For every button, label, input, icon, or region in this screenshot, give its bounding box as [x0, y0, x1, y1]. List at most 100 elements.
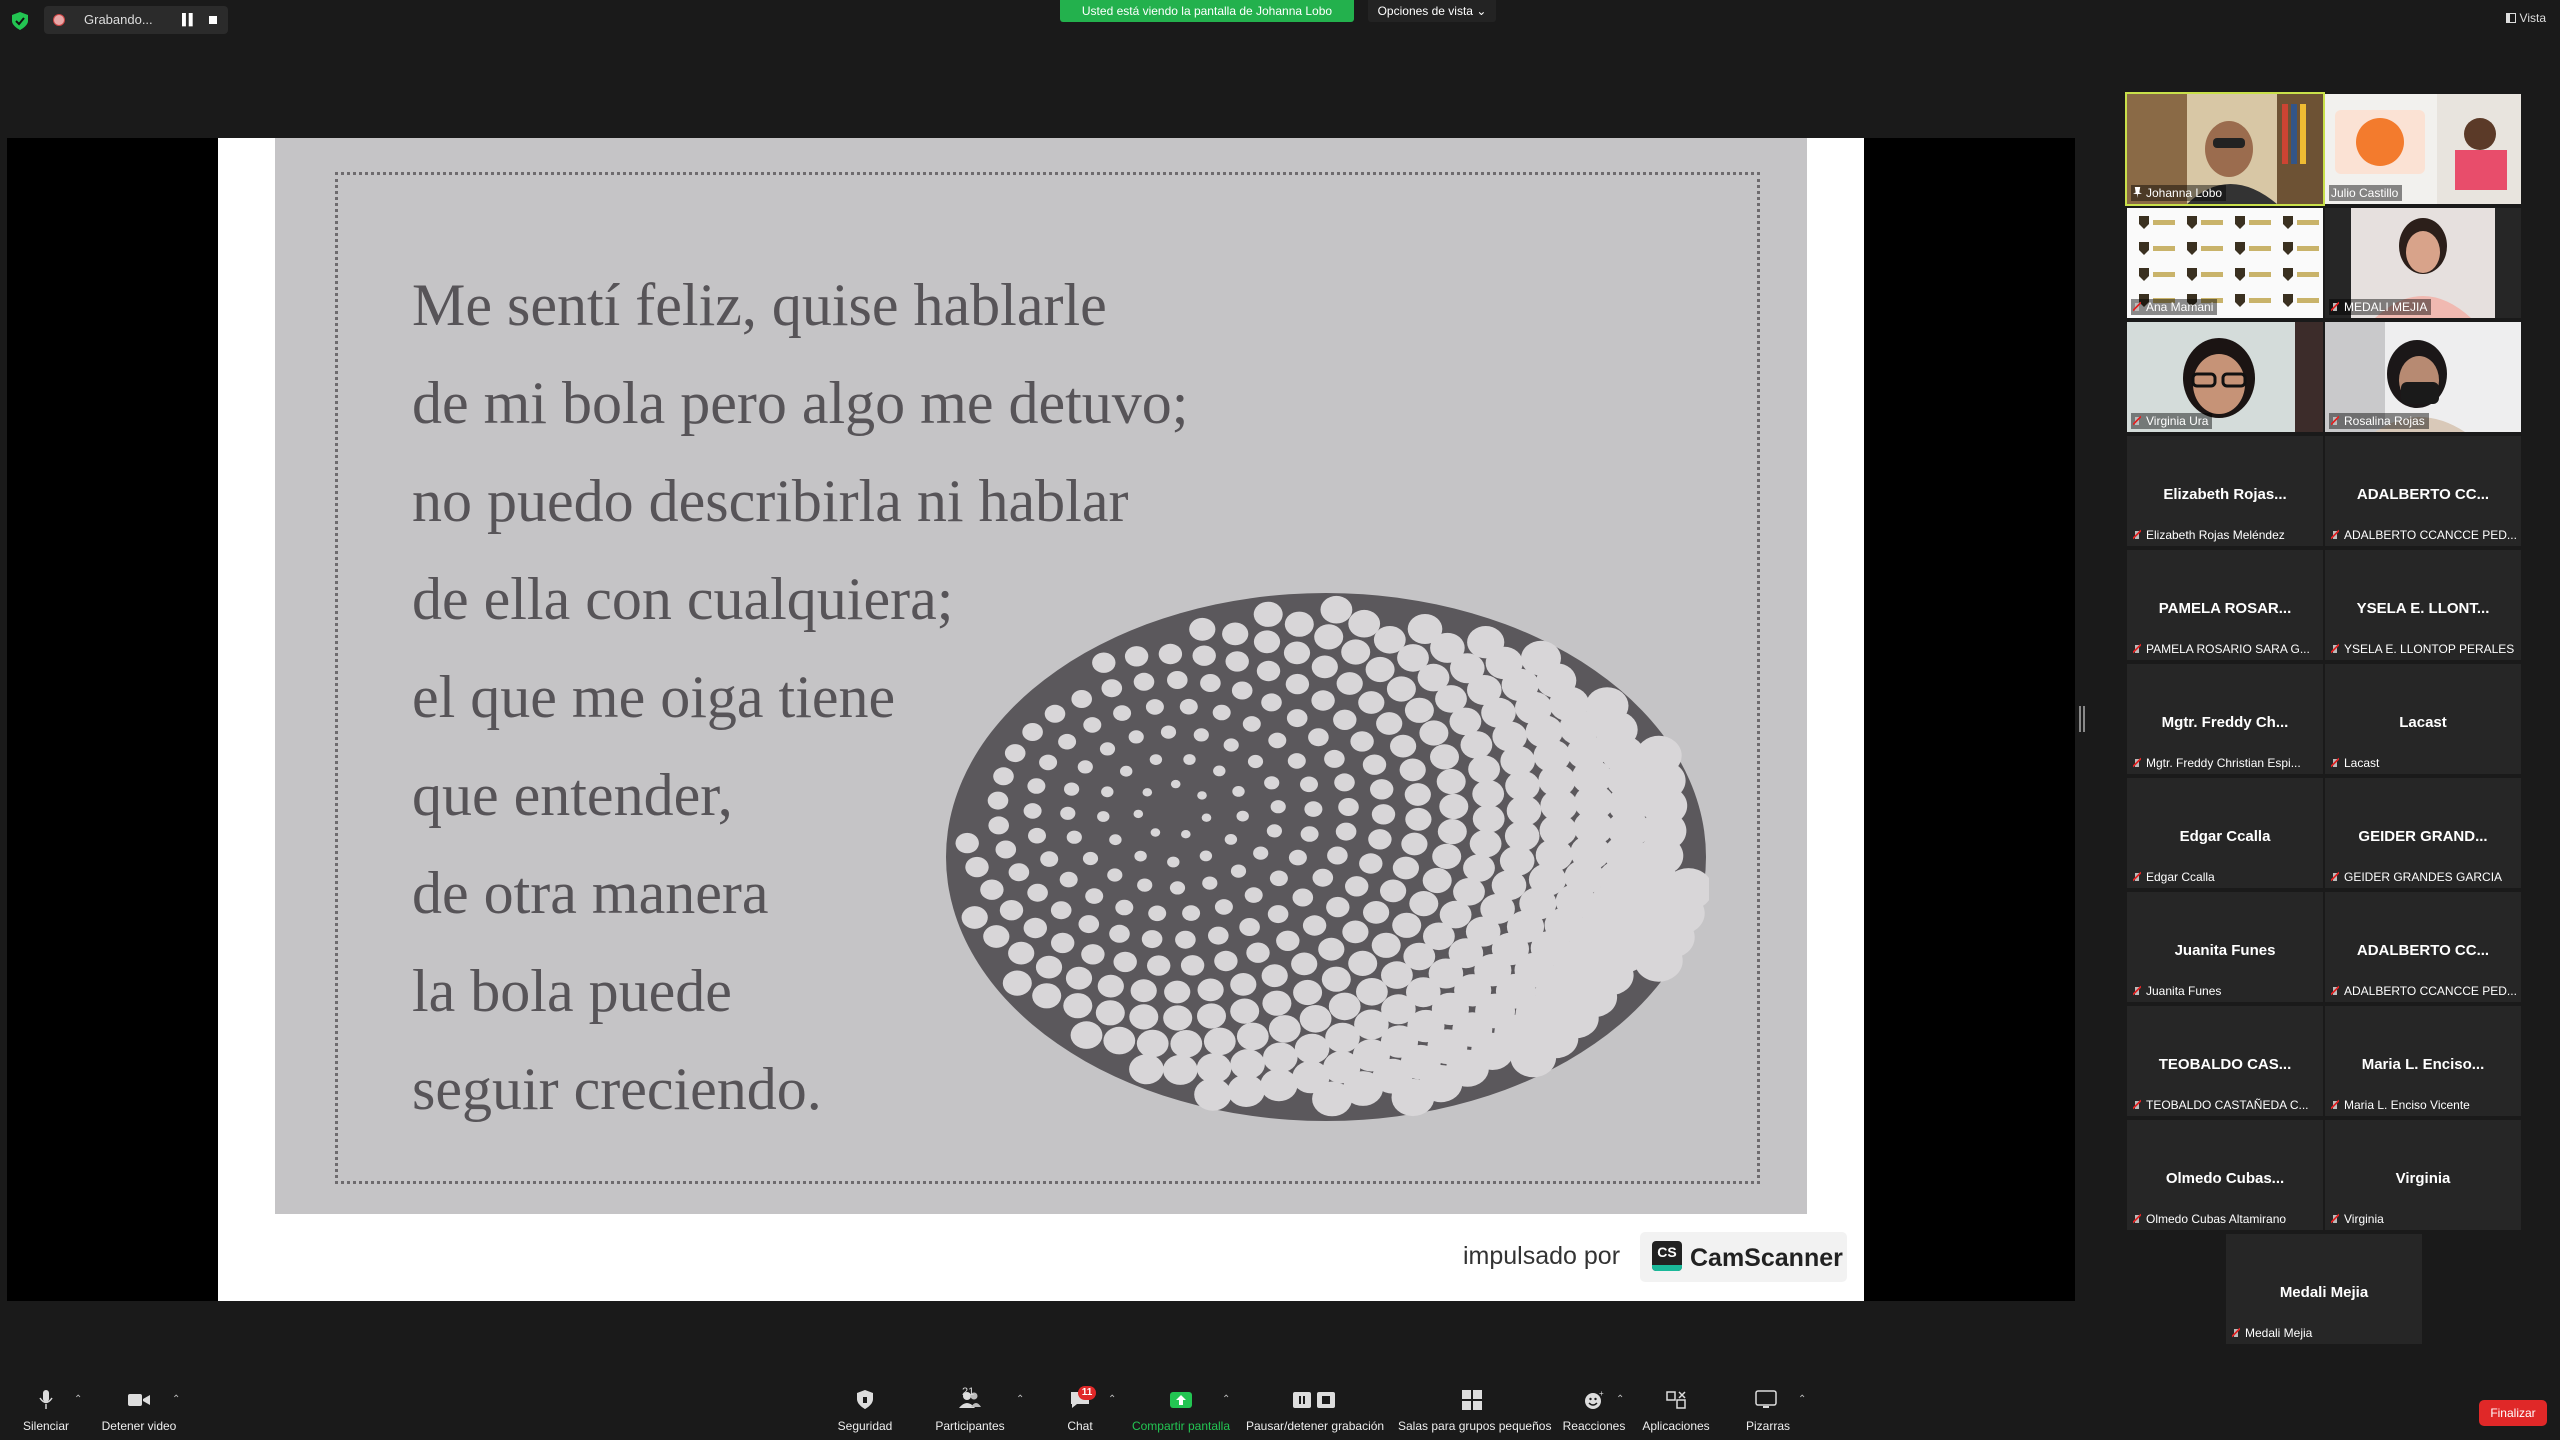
end-meeting-button[interactable]: Finalizar: [2479, 1400, 2547, 1426]
participant-label: GEIDER GRANDES GARCIA: [2329, 869, 2506, 885]
participant-label: Juanita Funes: [2131, 983, 2225, 999]
participant-label: YSELA E. LLONTOP PERALES: [2329, 641, 2518, 657]
participant-tile[interactable]: Edgar Ccalla Edgar Ccalla: [2127, 778, 2323, 888]
shield-check-icon[interactable]: [12, 12, 28, 30]
participant-label: Medali Mejia: [2230, 1325, 2316, 1341]
chat-button[interactable]: 11 Chat: [1064, 1386, 1096, 1433]
participants-label: Participantes: [935, 1419, 1005, 1433]
record-label: Pausar/detener grabación: [1246, 1419, 1385, 1433]
participant-tile[interactable]: Virginia Virginia: [2325, 1120, 2521, 1230]
poem-line: Me sentí feliz, quise hablarle: [412, 272, 1107, 338]
participant-label: Lacast: [2329, 755, 2383, 771]
participant-label: Mgtr. Freddy Christian Espi...: [2131, 755, 2305, 771]
participant-name: PAMELA ROSAR...: [2158, 600, 2292, 617]
participants-button[interactable]: 21 Participantes: [930, 1386, 1010, 1433]
muted-mic-icon: [2331, 529, 2339, 540]
participant-tile[interactable]: Virginia Ura: [2127, 322, 2323, 432]
participant-label: Virginia Ura: [2131, 413, 2213, 429]
recording-dot-icon: [53, 14, 65, 26]
participant-tile[interactable]: YSELA E. LLONT... YSELA E. LLONTOP PERALE…: [2325, 550, 2521, 660]
pin-icon: [2133, 187, 2142, 198]
participant-label: Julio Castillo: [2329, 185, 2403, 201]
participant-name: ADALBERTO CC...: [2356, 942, 2490, 959]
recording-label: Grabando...: [84, 12, 153, 27]
apps-icon: [1666, 1391, 1686, 1409]
view-options-label: Opciones de vista: [1377, 4, 1473, 18]
participant-tile[interactable]: Ana Mamani: [2127, 208, 2323, 318]
video-camera-icon: [128, 1394, 150, 1406]
participant-label: Edgar Ccalla: [2131, 869, 2219, 885]
participant-tile[interactable]: Juanita Funes Juanita Funes: [2127, 892, 2323, 1002]
participant-label: ADALBERTO CCANCCE PED...: [2329, 527, 2521, 543]
smiley-plus-icon: +: [1585, 1389, 1604, 1409]
share-screen-button[interactable]: Compartir pantalla: [1130, 1390, 1232, 1433]
participant-tile[interactable]: ADALBERTO CC... ADALBERTO CCANCCE PED...: [2325, 892, 2521, 1002]
muted-mic-icon: [2133, 1099, 2141, 1110]
muted-mic-icon: [2331, 1213, 2339, 1224]
view-options-button[interactable]: Opciones de vista ⌄: [1368, 0, 1496, 22]
chat-label: Chat: [1067, 1419, 1093, 1433]
participant-label: Virginia: [2329, 1211, 2388, 1227]
muted-mic-icon: [2331, 643, 2339, 654]
participant-tile[interactable]: ADALBERTO CC... ADALBERTO CCANCCE PED...: [2325, 436, 2521, 546]
breakout-rooms-button[interactable]: Salas para grupos pequeños: [1398, 1390, 1551, 1433]
book-page-photo: Me sentí feliz, quise hablarle de mi bol…: [275, 138, 1807, 1214]
participant-tile[interactable]: GEIDER GRAND... GEIDER GRANDES GARCIA: [2325, 778, 2521, 888]
recording-indicator: Grabando... ▌▌: [44, 6, 228, 34]
camscanner-badge: CS CamScanner: [1640, 1232, 1847, 1282]
viewing-banner: Usted está viendo la pantalla de Johanna…: [1060, 0, 1354, 22]
participant-label: Johanna Lobo: [2131, 185, 2227, 201]
microphone-icon: [39, 1390, 53, 1409]
participant-tile[interactable]: Rosalina Rojas: [2325, 322, 2521, 432]
participant-tile[interactable]: Olmedo Cubas... Olmedo Cubas Altamirano: [2127, 1120, 2323, 1230]
record-button[interactable]: Pausar/detener grabación: [1246, 1390, 1385, 1433]
participant-tile[interactable]: Lacast Lacast: [2325, 664, 2521, 774]
participant-tile[interactable]: MEDALI MEJIA: [2325, 208, 2521, 318]
muted-mic-icon: [2331, 1099, 2339, 1110]
participant-name: Juanita Funes: [2174, 942, 2276, 959]
mute-button[interactable]: Silenciar: [18, 1390, 74, 1433]
pause-recording-icon[interactable]: ▌▌: [182, 14, 197, 26]
muted-mic-icon: [2133, 643, 2141, 654]
share-caret-icon[interactable]: ⌃: [1222, 1394, 1230, 1405]
participants-caret-icon[interactable]: ⌃: [1016, 1394, 1024, 1405]
participant-label: Elizabeth Rojas Meléndez: [2131, 527, 2289, 543]
participant-tile[interactable]: Johanna Lobo: [2125, 92, 2325, 206]
participant-name: TEOBALDO CAS...: [2158, 1056, 2292, 1073]
muted-mic-icon: [2133, 415, 2141, 426]
panel-resize-handle[interactable]: [2079, 706, 2085, 732]
participant-tile[interactable]: Elizabeth Rojas... Elizabeth Rojas Melénd…: [2127, 436, 2323, 546]
reactions-caret-icon[interactable]: ⌃: [1616, 1394, 1624, 1405]
participant-tile[interactable]: Maria L. Enciso... Maria L. Enciso Vicent…: [2325, 1006, 2521, 1116]
powered-by-text: impulsado por: [1463, 1242, 1621, 1270]
participant-tile[interactable]: Medali Mejia Medali Mejia: [2226, 1234, 2422, 1344]
whiteboards-caret-icon[interactable]: ⌃: [1798, 1394, 1806, 1405]
participant-name: Virginia: [2395, 1170, 2451, 1187]
participant-name: Olmedo Cubas...: [2165, 1170, 2285, 1187]
whiteboard-icon: [1755, 1390, 1777, 1408]
muted-mic-icon: [2133, 985, 2141, 996]
apps-button[interactable]: Aplicaciones: [1640, 1390, 1712, 1433]
security-button[interactable]: Seguridad: [836, 1390, 894, 1433]
participant-name: Maria L. Enciso...: [2361, 1056, 2485, 1073]
view-button[interactable]: Vista: [2505, 11, 2546, 25]
view-label: Vista: [2519, 11, 2546, 25]
chevron-down-icon: ⌄: [1476, 4, 1487, 18]
share-screen-icon: [1170, 1392, 1192, 1408]
dotted-ball-illustration: [946, 593, 1709, 1121]
stop-video-label: Detener video: [101, 1419, 177, 1433]
participant-label: PAMELA ROSARIO SARA G...: [2131, 641, 2314, 657]
mute-options-caret-icon[interactable]: ⌃: [74, 1394, 82, 1405]
video-options-caret-icon[interactable]: ⌃: [172, 1394, 180, 1405]
scanned-page: Me sentí feliz, quise hablarle de mi bol…: [218, 138, 1864, 1301]
stop-recording-icon[interactable]: [209, 16, 217, 24]
participant-tile[interactable]: PAMELA ROSAR... PAMELA ROSARIO SARA G...: [2127, 550, 2323, 660]
participant-tile[interactable]: Julio Castillo: [2325, 94, 2521, 204]
participants-count: 21: [962, 1386, 975, 1398]
participant-tile[interactable]: TEOBALDO CAS... TEOBALDO CASTAÑEDA C...: [2127, 1006, 2323, 1116]
stop-video-button[interactable]: Detener video: [100, 1390, 178, 1433]
apps-label: Aplicaciones: [1642, 1419, 1710, 1433]
participant-tile[interactable]: Mgtr. Freddy Ch... Mgtr. Freddy Christian…: [2127, 664, 2323, 774]
chat-caret-icon[interactable]: ⌃: [1108, 1394, 1116, 1405]
whiteboards-button[interactable]: Pizarras: [1746, 1390, 1790, 1433]
